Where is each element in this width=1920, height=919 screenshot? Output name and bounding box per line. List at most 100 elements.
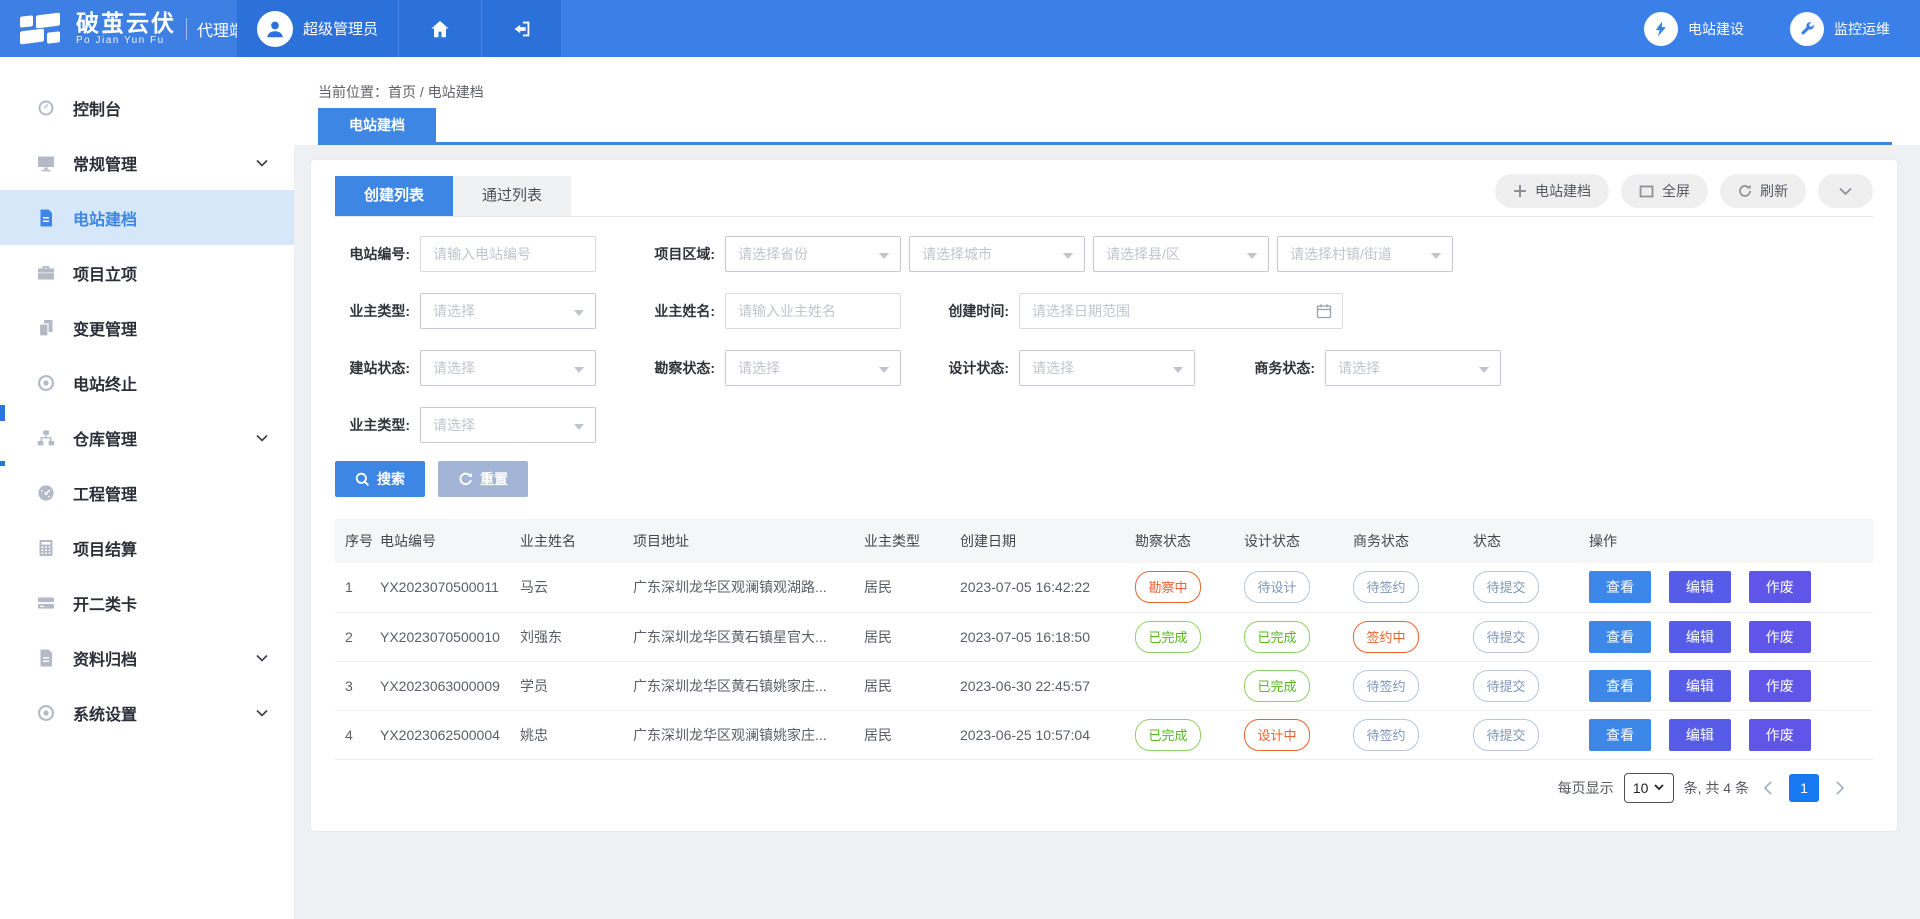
status-badge: 已完成 [1244,621,1310,653]
village-select[interactable]: 请选择村镇/街道 [1277,236,1453,272]
table-header-row: 序号 电站编号 业主姓名 项目地址 业主类型 创建日期 勘察状态 设计状态 商务… [335,519,1873,563]
view-button[interactable]: 查看 [1589,571,1651,603]
fullscreen-icon [1639,185,1654,198]
status-badge: 待提交 [1473,719,1539,751]
page-tab-station-archive[interactable]: 电站建档 [318,108,436,142]
field-label: 设计状态: [901,358,1019,378]
sidebar-item-data-archive[interactable]: 资料归档 [0,630,294,685]
sidebar-item-project-settlement[interactable]: 项目结算 [0,520,294,575]
sidebar-item-general-mgmt[interactable]: 常规管理 [0,135,294,190]
briefcase-icon [36,263,56,283]
sidebar-item-engineering-mgmt[interactable]: 工程管理 [0,465,294,520]
sidebar-item-label: 控制台 [73,96,121,120]
survey-status-select[interactable]: 请选择 [725,350,901,386]
date-range-input[interactable] [1019,293,1343,329]
logout-button[interactable] [481,0,561,57]
breadcrumb-band: 当前位置：首页 / 电站建档 电站建档 [294,57,1920,145]
sidebar-scrollbar-thumb[interactable] [0,405,5,421]
status-badge: 已完成 [1244,670,1310,702]
field-label: 业主类型: [335,415,420,435]
void-button[interactable]: 作废 [1749,670,1811,702]
edit-button[interactable]: 编辑 [1669,621,1731,653]
city-select[interactable]: 请选择城市 [909,236,1085,272]
view-button[interactable]: 查看 [1589,670,1651,702]
sidebar-item-label: 变更管理 [73,316,137,340]
station-table: 序号 电站编号 业主姓名 项目地址 业主类型 创建日期 勘察状态 设计状态 商务… [335,519,1873,803]
business-status-select[interactable]: 请选择 [1325,350,1501,386]
gauge-icon [36,483,56,503]
toolbar: 电站建档 全屏 刷新 [1495,174,1873,208]
field-label: 项目区域: [596,244,725,264]
next-page-button[interactable] [1831,781,1849,795]
home-button[interactable] [398,0,481,57]
nav-station-build[interactable]: 电站建设 [1644,12,1744,46]
list-tabs: 创建列表 通过列表 [335,176,571,216]
add-station-button[interactable]: 电站建档 [1495,174,1609,208]
sidebar-item-console[interactable]: 控制台 [0,80,294,135]
chevron-down-icon [256,649,268,667]
sidebar-item-station-archive[interactable]: 电站建档 [0,190,294,245]
sidebar-item-label: 系统设置 [73,701,137,725]
breadcrumb-path[interactable]: 首页 / 电站建档 [388,84,484,100]
edit-button[interactable]: 编辑 [1669,571,1731,603]
void-button[interactable]: 作废 [1749,621,1811,653]
view-button[interactable]: 查看 [1589,621,1651,653]
owner-name-input[interactable] [725,293,901,329]
collapse-toolbar-button[interactable] [1818,174,1873,208]
status-badge: 待提交 [1473,571,1539,603]
edit-button[interactable]: 编辑 [1669,719,1731,751]
page-size-select[interactable]: 10 [1624,773,1674,803]
void-button[interactable]: 作废 [1749,719,1811,751]
monitor-icon [36,153,56,173]
sidebar-item-label: 项目立项 [73,261,137,285]
owner-type-select[interactable]: 请选择 [420,293,596,329]
user-name: 超级管理员 [303,18,378,39]
status-badge: 勘察中 [1135,571,1201,603]
stop-circle-icon [36,373,56,393]
edit-button[interactable]: 编辑 [1669,670,1731,702]
archive-icon [36,648,56,668]
tab-passed-list[interactable]: 通过列表 [453,176,571,216]
build-status-select[interactable]: 请选择 [420,350,596,386]
date-range-field[interactable] [1020,295,1316,327]
chevron-down-icon [256,704,268,722]
col-seq: 序号 [335,519,370,563]
void-button[interactable]: 作废 [1749,571,1811,603]
sidebar-item-open-type2-card[interactable]: 开二类卡 [0,575,294,630]
sidebar-item-warehouse-mgmt[interactable]: 仓库管理 [0,410,294,465]
station-code-input[interactable] [420,236,596,272]
sidebar-item-system-settings[interactable]: 系统设置 [0,685,294,740]
user-menu[interactable]: 超级管理员 [237,0,398,57]
current-page-button[interactable]: 1 [1789,774,1819,802]
field-label: 业主类型: [335,301,420,321]
sidebar-item-station-terminate[interactable]: 电站终止 [0,355,294,410]
sidebar-item-label: 常规管理 [73,151,137,175]
refresh-icon [1738,184,1752,198]
nav-label: 电站建设 [1688,19,1744,39]
design-status-select[interactable]: 请选择 [1019,350,1195,386]
logo-subtitle: Po Jian Yun Fu [76,35,176,46]
fullscreen-button[interactable]: 全屏 [1621,174,1708,208]
field-label: 业主姓名: [596,301,725,321]
view-button[interactable]: 查看 [1589,719,1651,751]
tab-create-list[interactable]: 创建列表 [335,176,453,216]
col-design: 设计状态 [1234,519,1343,563]
divider [186,18,187,40]
search-button[interactable]: 搜索 [335,461,425,497]
table-row: 3 YX2023063000009 学员 广东深圳龙华区黄石镇姚家庄... 居民… [335,661,1873,710]
status-badge: 待签约 [1353,719,1419,751]
sidebar-item-project-initiation[interactable]: 项目立项 [0,245,294,300]
status-badge: 已完成 [1135,621,1201,653]
search-icon [355,472,370,487]
breadcrumb-prefix: 当前位置： [318,84,388,100]
refresh-button[interactable]: 刷新 [1720,174,1806,208]
county-select[interactable]: 请选择县/区 [1093,236,1269,272]
nav-monitor-ops[interactable]: 监控运维 [1790,12,1890,46]
owner-type-select-2[interactable]: 请选择 [420,407,596,443]
sidebar: 控制台 常规管理 电站建档 项目立项 变更管理 电站终止 仓库管理 [0,57,294,919]
col-created: 创建日期 [950,519,1125,563]
sidebar-item-change-mgmt[interactable]: 变更管理 [0,300,294,355]
prev-page-button[interactable] [1759,781,1777,795]
province-select[interactable]: 请选择省份 [725,236,901,272]
reset-button[interactable]: 重置 [438,461,528,497]
